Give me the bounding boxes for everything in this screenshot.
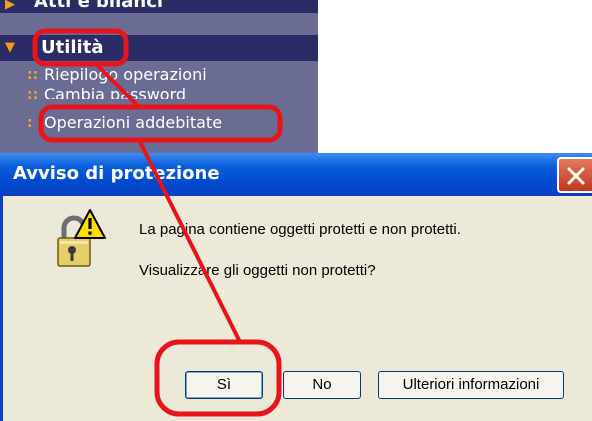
dialog-question: Visualizzare gli oggetti non protetti? <box>139 262 376 279</box>
dialog-titlebar[interactable]: Avviso di protezione <box>0 153 592 196</box>
nav-section-atti[interactable]: ▶ Atti e bilanci <box>0 0 318 13</box>
nav-section-label: Utilità <box>41 37 104 58</box>
nav-link-cambia-password[interactable]: :: Cambia password <box>0 85 318 99</box>
nav-section-label: Atti e bilanci <box>34 0 164 12</box>
expand-triangle-icon: ▼ <box>5 40 15 55</box>
close-button[interactable] <box>557 157 592 193</box>
lock-warning-icon <box>57 209 106 267</box>
security-warning-dialog: Avviso di protezione La pagina contiene … <box>0 153 592 421</box>
dialog-frame-edge <box>0 196 3 421</box>
close-icon <box>567 167 585 185</box>
dialog-message: La pagina contiene oggetti protetti e no… <box>139 221 461 238</box>
no-button[interactable]: No <box>283 371 361 399</box>
yes-button[interactable]: Sì <box>185 371 263 399</box>
nav-link-label: Operazioni addebitate <box>44 113 223 132</box>
bullet-dots-icon: :: <box>27 67 39 83</box>
bullet-dots-icon: : <box>27 115 33 131</box>
nav-link-operazioni-addebitate[interactable]: : Operazioni addebitate <box>0 113 318 133</box>
bullet-dots-icon: :: <box>27 87 39 99</box>
dialog-title: Avviso di protezione <box>13 163 220 184</box>
nav-link-label: Cambia password <box>44 85 187 99</box>
nav-link-riepilogo-operazioni[interactable]: :: Riepilogo operazioni <box>0 65 318 85</box>
nav-section-utilita[interactable]: ▼ Utilità <box>0 35 318 61</box>
more-info-button[interactable]: Ulteriori informazioni <box>378 371 564 399</box>
collapse-triangle-icon: ▶ <box>5 0 15 12</box>
nav-link-label: Riepilogo operazioni <box>44 65 207 84</box>
